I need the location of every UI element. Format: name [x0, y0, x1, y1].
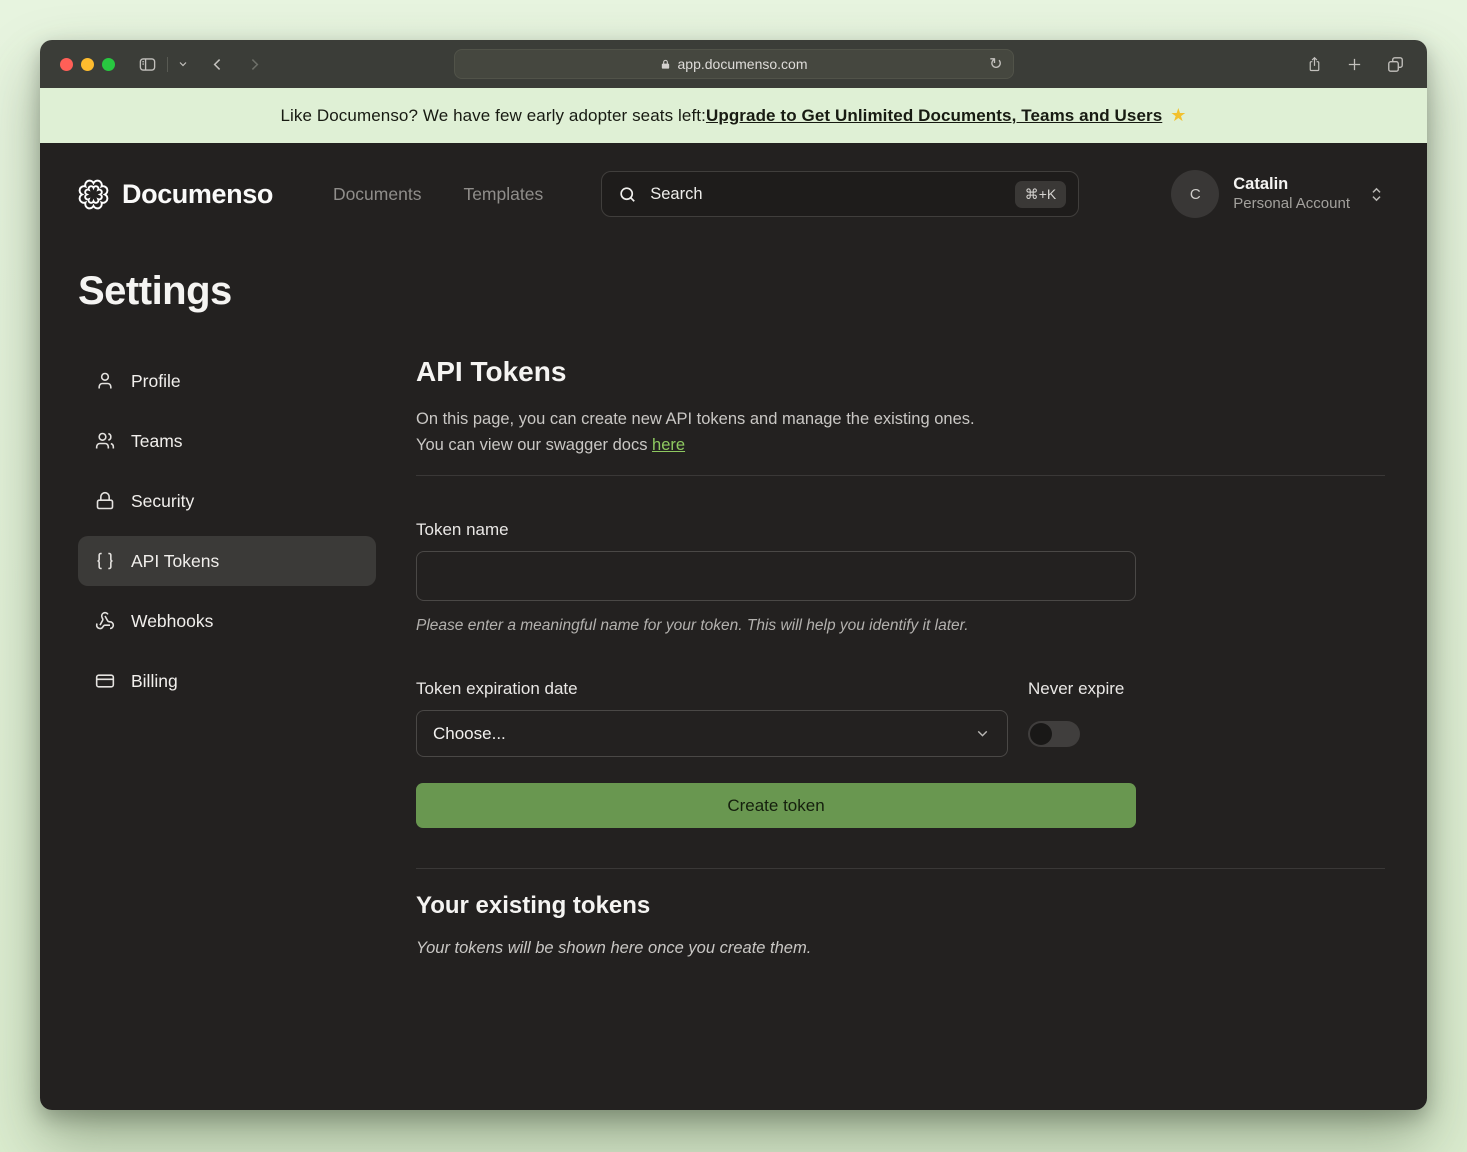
- close-window-button[interactable]: [60, 58, 73, 71]
- promo-text: Like Documenso? We have few early adopte…: [280, 106, 706, 126]
- lock-icon: [95, 491, 115, 511]
- refresh-icon[interactable]: ↻: [989, 54, 1002, 74]
- token-name-input[interactable]: [416, 551, 1136, 601]
- search-icon: [618, 185, 637, 204]
- search-label: Search: [650, 185, 702, 204]
- existing-tokens-heading: Your existing tokens: [416, 892, 1385, 920]
- sidebar-item-webhooks[interactable]: Webhooks: [78, 596, 376, 646]
- never-expire-toggle[interactable]: [1028, 721, 1080, 747]
- brand-name: Documenso: [122, 179, 273, 210]
- sidebar-item-label: Security: [131, 491, 194, 512]
- url-text: app.documenso.com: [678, 56, 808, 72]
- existing-tokens-empty-text: Your tokens will be shown here once you …: [416, 939, 1385, 958]
- app-header: Documenso Documents Templates Search ⌘+K…: [78, 169, 1385, 219]
- sidebar-item-billing[interactable]: Billing: [78, 656, 376, 706]
- create-token-button[interactable]: Create token: [416, 783, 1136, 828]
- back-button[interactable]: [209, 56, 226, 73]
- minimize-window-button[interactable]: [81, 58, 94, 71]
- sidebar-item-security[interactable]: Security: [78, 476, 376, 526]
- account-name: Catalin: [1233, 174, 1350, 195]
- chevron-down-icon: [974, 725, 991, 742]
- sidebar-item-label: Teams: [131, 431, 183, 452]
- nav-templates[interactable]: Templates: [463, 184, 543, 205]
- nav-documents[interactable]: Documents: [333, 184, 422, 205]
- expiration-labels-row: Token expiration date Never expire: [416, 635, 1136, 699]
- description-line1: On this page, you can create new API tok…: [416, 410, 975, 428]
- address-bar[interactable]: app.documenso.com ↻: [454, 49, 1014, 79]
- account-type: Personal Account: [1233, 195, 1350, 214]
- browser-titlebar: app.documenso.com ↻: [40, 40, 1427, 88]
- sidebar-item-teams[interactable]: Teams: [78, 416, 376, 466]
- titlebar-divider: [167, 57, 168, 72]
- api-tokens-panel: API Tokens On this page, you can create …: [416, 356, 1385, 958]
- section-heading: API Tokens: [416, 356, 1385, 388]
- expiration-label: Token expiration date: [416, 679, 1008, 699]
- credit-card-icon: [95, 671, 115, 691]
- sidebar-item-label: Webhooks: [131, 611, 213, 632]
- settings-sidebar: Profile Teams: [78, 356, 376, 958]
- zoom-window-button[interactable]: [102, 58, 115, 71]
- toggle-knob: [1030, 723, 1052, 745]
- sidebar-toggle-icon[interactable]: [137, 55, 158, 74]
- account-text: Catalin Personal Account: [1233, 174, 1350, 213]
- padlock-icon: [660, 58, 671, 71]
- upgrade-link[interactable]: Upgrade to Get Unlimited Documents, Team…: [706, 106, 1162, 126]
- window-controls: [60, 58, 115, 71]
- account-menu[interactable]: C Catalin Personal Account: [1171, 170, 1385, 218]
- browser-window: app.documenso.com ↻ Like Documens: [40, 40, 1427, 1110]
- divider: [416, 868, 1385, 869]
- tab-overview-icon[interactable]: [1386, 55, 1405, 74]
- token-name-helper: Please enter a meaningful name for your …: [416, 617, 1136, 635]
- top-nav: Documents Templates: [333, 184, 543, 205]
- sidebar-item-label: Billing: [131, 671, 178, 692]
- share-icon[interactable]: [1306, 55, 1323, 74]
- documenso-logo-icon: [78, 179, 109, 210]
- sidebar-options-chevron-icon[interactable]: [177, 58, 189, 70]
- search-shortcut-badge: ⌘+K: [1015, 181, 1067, 208]
- webhook-icon: [95, 611, 115, 631]
- avatar: C: [1171, 170, 1219, 218]
- sidebar-item-label: API Tokens: [131, 551, 219, 572]
- sidebar-item-profile[interactable]: Profile: [78, 356, 376, 406]
- sidebar-item-api-tokens[interactable]: API Tokens: [78, 536, 376, 586]
- settings-layout: Profile Teams: [78, 356, 1385, 958]
- expiration-select-value: Choose...: [433, 724, 506, 744]
- forward-button[interactable]: [246, 56, 263, 73]
- section-description: On this page, you can create new API tok…: [416, 406, 1385, 458]
- sidebar-item-label: Profile: [131, 371, 181, 392]
- expiration-select[interactable]: Choose...: [416, 710, 1008, 757]
- create-token-form: Token name Please enter a meaningful nam…: [416, 520, 1136, 828]
- divider: [416, 475, 1385, 476]
- never-expire-label: Never expire: [1028, 679, 1136, 699]
- user-icon: [95, 371, 115, 391]
- swagger-docs-link[interactable]: here: [652, 436, 685, 454]
- brand[interactable]: Documenso: [78, 179, 273, 210]
- description-line2: You can view our swagger docs: [416, 436, 652, 454]
- app-area: Documenso Documents Templates Search ⌘+K…: [40, 143, 1427, 1110]
- star-icon: ★: [1170, 105, 1186, 126]
- braces-icon: [95, 551, 115, 571]
- promo-banner: Like Documenso? We have few early adopte…: [40, 88, 1427, 143]
- page-title: Settings: [78, 269, 1385, 314]
- expiration-controls-row: Choose...: [416, 710, 1136, 757]
- search-input[interactable]: Search ⌘+K: [601, 171, 1079, 217]
- titlebar-right-actions: [1306, 55, 1405, 74]
- chevrons-up-down-icon: [1368, 186, 1385, 203]
- new-tab-button[interactable]: [1346, 56, 1363, 73]
- users-icon: [95, 431, 115, 451]
- token-name-label: Token name: [416, 520, 1136, 540]
